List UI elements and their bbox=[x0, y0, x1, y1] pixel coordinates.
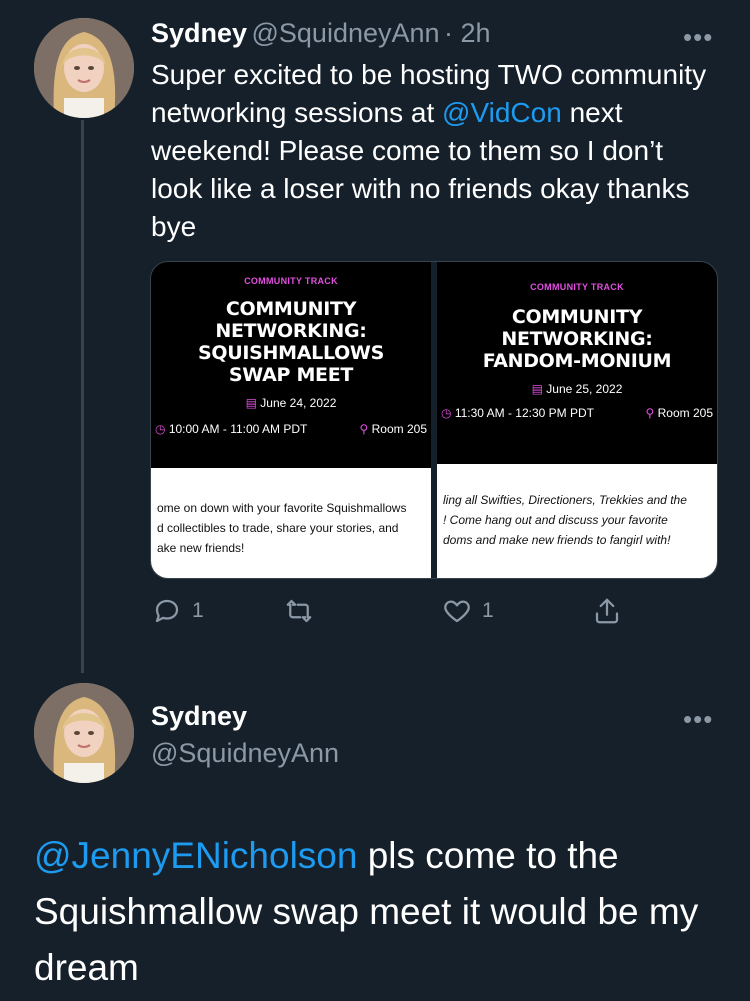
location-pin-icon: ⚲ bbox=[645, 406, 655, 420]
desc-line: ake new friends! bbox=[157, 541, 245, 555]
avatar[interactable] bbox=[34, 18, 134, 118]
media-image-2[interactable]: COMMUNITY TRACK COMMUNITY NETWORKING: FA… bbox=[437, 262, 717, 578]
retweet-icon bbox=[286, 599, 312, 623]
avatar[interactable] bbox=[34, 683, 134, 783]
tweet-text-part: Super excited to be hosting TWO communit… bbox=[151, 59, 707, 128]
desc-line: doms and make new friends to fangirl wit… bbox=[443, 533, 671, 547]
event-room: ⚲ Room 205 bbox=[645, 406, 713, 420]
author-handle[interactable]: @SquidneyAnn bbox=[252, 18, 440, 48]
share-button[interactable] bbox=[592, 596, 622, 626]
tweet-actions: 1 1 bbox=[152, 596, 622, 630]
tweet-time[interactable]: · 2h bbox=[444, 18, 491, 48]
event-date: ▤ June 25, 2022 bbox=[437, 382, 717, 396]
media-image-1[interactable]: COMMUNITY TRACK COMMUNITY NETWORKING: SQ… bbox=[151, 262, 431, 578]
retweet-button[interactable] bbox=[284, 596, 314, 626]
title-line: SQUISHMALLOWS bbox=[198, 342, 384, 364]
event-time: ◷ 10:00 AM - 11:00 AM PDT bbox=[155, 422, 307, 436]
event-date-text: June 24, 2022 bbox=[260, 396, 337, 410]
event-description: ome on down with your favorite Squishmal… bbox=[151, 468, 431, 578]
more-options-icon[interactable]: ••• bbox=[683, 704, 713, 735]
event-title: COMMUNITY NETWORKING: SQUISHMALLOWS SWAP… bbox=[151, 298, 431, 386]
event-date-text: June 25, 2022 bbox=[546, 382, 623, 396]
calendar-icon: ▤ bbox=[245, 396, 257, 410]
reply-icon bbox=[155, 599, 179, 623]
author-handle[interactable]: @SquidneyAnn bbox=[151, 738, 339, 769]
title-line: SWAP MEET bbox=[228, 364, 354, 386]
desc-line: ome on down with your favorite Squishmal… bbox=[157, 501, 407, 515]
mention-link[interactable]: @JennyENicholson bbox=[34, 835, 357, 876]
more-options-icon[interactable]: ••• bbox=[683, 22, 713, 53]
share-icon bbox=[595, 598, 619, 624]
avatar-image bbox=[34, 683, 134, 783]
event-time: ◷ 11:30 AM - 12:30 PM PDT bbox=[441, 406, 594, 420]
event-time-text: 11:30 AM - 12:30 PM PDT bbox=[454, 406, 594, 420]
calendar-icon: ▤ bbox=[531, 382, 543, 396]
like-button[interactable]: 1 bbox=[442, 596, 494, 626]
thread-line bbox=[81, 120, 84, 673]
title-line: FANDOM-MONIUM bbox=[482, 350, 672, 372]
title-line: NETWORKING: bbox=[215, 320, 367, 342]
tweet-text: Super excited to be hosting TWO communit… bbox=[151, 56, 711, 246]
event-date: ▤ June 24, 2022 bbox=[151, 396, 431, 410]
location-pin-icon: ⚲ bbox=[359, 422, 369, 436]
tweet-text: @JennyENicholson pls come to the Squishm… bbox=[34, 828, 724, 996]
event-title: COMMUNITY NETWORKING: FANDOM-MONIUM bbox=[437, 306, 717, 372]
event-time-text: 10:00 AM - 11:00 AM PDT bbox=[168, 422, 308, 436]
tweet-media[interactable]: COMMUNITY TRACK COMMUNITY NETWORKING: SQ… bbox=[150, 261, 718, 579]
event-room-text: Room 205 bbox=[657, 406, 713, 420]
desc-line: d collectibles to trade, share your stor… bbox=[157, 521, 399, 535]
author-name[interactable]: Sydney bbox=[151, 18, 247, 48]
heart-icon bbox=[444, 600, 470, 623]
event-banner: COMMUNITY TRACK COMMUNITY NETWORKING: SQ… bbox=[151, 262, 431, 462]
event-banner: COMMUNITY TRACK COMMUNITY NETWORKING: FA… bbox=[437, 262, 717, 462]
tweet-header: Sydney @SquidneyAnn · 2h bbox=[151, 18, 491, 49]
desc-line: ling all Swifties, Directioners, Trekkie… bbox=[443, 493, 687, 507]
title-line: NETWORKING: bbox=[501, 328, 653, 350]
desc-line: ! Come hang out and discuss your favorit… bbox=[443, 513, 668, 527]
title-line: COMMUNITY bbox=[511, 306, 643, 328]
event-meta: ◷ 10:00 AM - 11:00 AM PDT ⚲ Room 205 bbox=[151, 422, 431, 436]
like-count: 1 bbox=[482, 599, 494, 622]
mention-link[interactable]: @VidCon bbox=[442, 97, 562, 128]
avatar-image bbox=[34, 18, 134, 118]
track-label: COMMUNITY TRACK bbox=[244, 276, 338, 286]
reply-count: 1 bbox=[192, 599, 204, 622]
title-line: COMMUNITY bbox=[225, 298, 357, 320]
clock-icon: ◷ bbox=[441, 406, 452, 420]
reply-button[interactable]: 1 bbox=[152, 596, 204, 626]
author-name[interactable]: Sydney bbox=[151, 701, 247, 732]
event-room-text: Room 205 bbox=[371, 422, 427, 436]
event-meta: ◷ 11:30 AM - 12:30 PM PDT ⚲ Room 205 bbox=[437, 406, 717, 420]
event-description: ling all Swifties, Directioners, Trekkie… bbox=[437, 464, 717, 578]
clock-icon: ◷ bbox=[155, 422, 166, 436]
event-room: ⚲ Room 205 bbox=[359, 422, 427, 436]
track-label: COMMUNITY TRACK bbox=[530, 282, 624, 292]
